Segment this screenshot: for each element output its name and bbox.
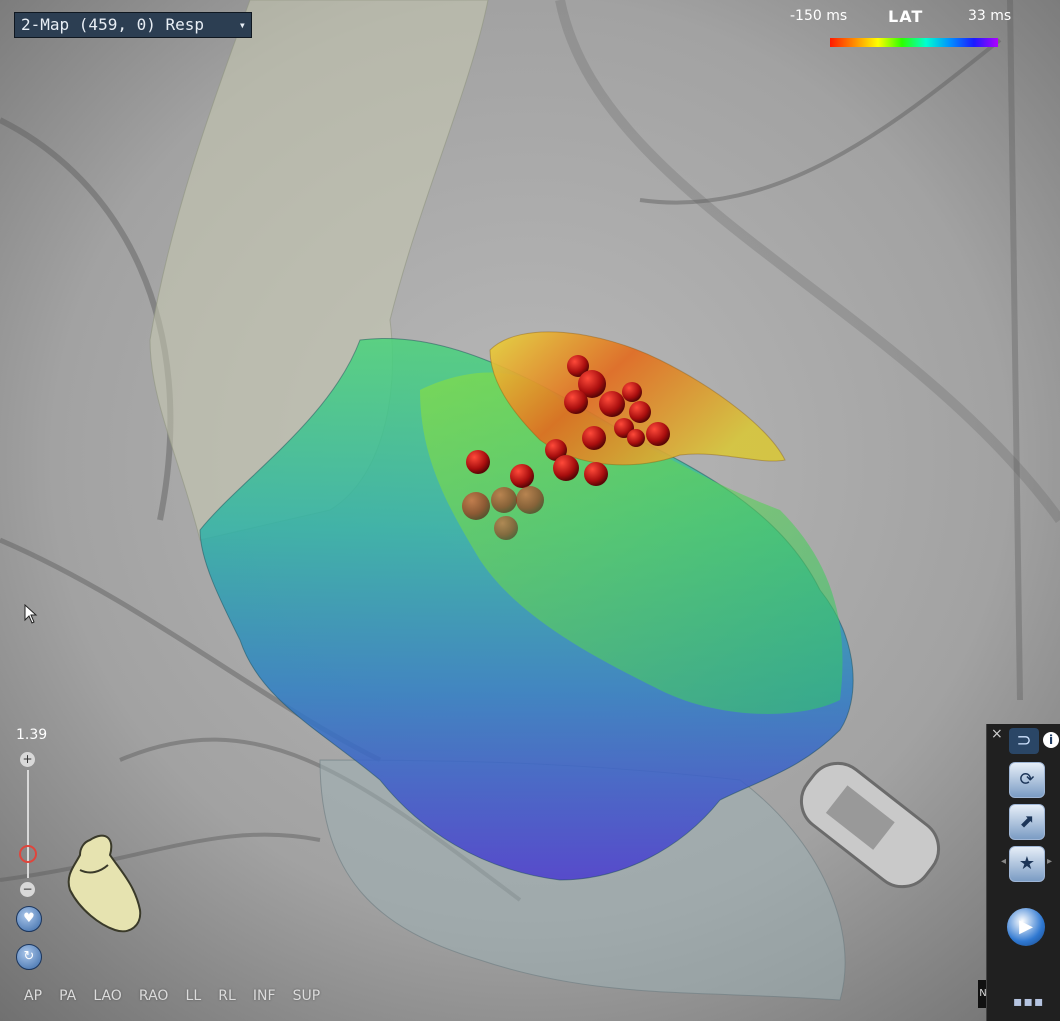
lat-max-label: 33 ms — [968, 8, 1012, 24]
play-icon: ▶ — [1019, 916, 1033, 937]
view-ap-button[interactable]: AP — [24, 988, 42, 1004]
zoom-slider-handle[interactable] — [19, 845, 37, 863]
mouse-cursor-icon — [24, 604, 38, 624]
play-button[interactable]: ▶ — [1007, 908, 1045, 946]
map-viewport[interactable]: 2-Map (459, 0) Resp ▾ -150 ms LAT 33 ms … — [0, 0, 1060, 1021]
view-inf-button[interactable]: INF — [253, 988, 276, 1004]
lat-legend-title: LAT — [888, 7, 924, 26]
view-sup-button[interactable]: SUP — [293, 988, 321, 1004]
view-rao-button[interactable]: RAO — [139, 988, 169, 1004]
view-pa-button[interactable]: PA — [59, 988, 76, 1004]
rotate-view-icon: ⟳ — [1019, 769, 1035, 790]
zoom-out-button[interactable]: − — [20, 882, 35, 897]
lat-color-bar — [830, 38, 998, 47]
view-ll-button[interactable]: LL — [186, 988, 202, 1004]
map-selector-label: 2-Map (459, 0) Resp — [21, 15, 205, 34]
view-lao-button[interactable]: LAO — [93, 988, 121, 1004]
map-selector-dropdown[interactable]: 2-Map (459, 0) Resp ▾ — [14, 12, 252, 38]
star-icon: ★ — [1018, 853, 1036, 874]
cardiac-3d-map-scene[interactable] — [0, 0, 1060, 1021]
reset-view-button[interactable]: ↻ — [16, 944, 42, 970]
rotate-icon: ↻ — [23, 949, 35, 964]
heart-view-button[interactable]: ♥ — [16, 906, 42, 932]
info-button[interactable]: i — [1043, 732, 1059, 748]
tag-tool-button[interactable]: ⬈ — [1009, 804, 1045, 840]
panel-next-arrow-icon[interactable]: ▸ — [1047, 856, 1052, 867]
view-orientation-bar: AP PA LAO RAO LL RL INF SUP — [24, 985, 332, 1004]
zoom-level-readout: 1.39 — [16, 727, 48, 743]
heart-icon: ♥ — [23, 911, 35, 926]
zoom-in-button[interactable]: + — [20, 752, 35, 767]
rotate-view-tool-button[interactable]: ⟳ — [1009, 762, 1045, 798]
tool-panel: × ⊃ i ⟳ ⬈ ◂ ★ ▸ ▶ ▪▪▪ — [986, 724, 1060, 1021]
view-rl-button[interactable]: RL — [218, 988, 236, 1004]
catheter-menu-button[interactable]: ⊃ — [1009, 728, 1039, 754]
lat-min-label: -150 ms — [790, 8, 848, 24]
orientation-heart-thumbnail[interactable] — [60, 830, 150, 940]
tag-icon: ⬈ — [1019, 811, 1035, 832]
close-panel-button[interactable]: × — [991, 726, 1003, 742]
panel-prev-arrow-icon[interactable]: ◂ — [1001, 856, 1006, 867]
more-options-button[interactable]: ▪▪▪ — [1013, 994, 1044, 1010]
catheter-icon: ⊃ — [1016, 730, 1032, 751]
lat-color-legend: -150 ms LAT 33 ms — [790, 6, 1030, 47]
star-tool-button[interactable]: ★ — [1009, 846, 1045, 882]
chevron-down-icon: ▾ — [238, 18, 246, 32]
